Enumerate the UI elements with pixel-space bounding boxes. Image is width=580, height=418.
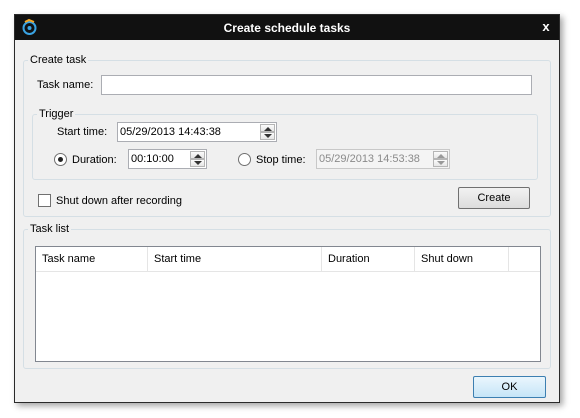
duration-down-button[interactable] [190,159,205,167]
start-time-label: Start time: [57,126,108,138]
task-list-table[interactable]: Task name Start time Duration Shut down [35,246,541,362]
trigger-group: Trigger [32,108,538,180]
arrow-down-icon [264,134,272,138]
arrow-up-icon [264,127,272,131]
column-header-task-name[interactable]: Task name [36,247,148,271]
duration-up-button[interactable] [190,151,205,159]
duration-radio[interactable] [54,153,67,166]
stop-time-down-button[interactable] [433,159,448,167]
column-header-shut-down[interactable]: Shut down [415,247,509,271]
ok-button[interactable]: OK [473,376,546,398]
dialog-window: Create schedule tasks x Create task Task… [14,14,560,403]
column-header-start-time[interactable]: Start time [148,247,322,271]
table-header: Task name Start time Duration Shut down [36,247,540,272]
arrow-down-icon [437,161,445,165]
stop-time-label: Stop time: [256,154,306,166]
stop-time-spinner[interactable]: 05/29/2013 14:53:38 [316,149,450,169]
close-button[interactable]: x [539,19,553,35]
task-name-label: Task name: [37,79,94,91]
shutdown-label: Shut down after recording [56,195,182,207]
duration-value: 00:10:00 [131,153,174,165]
window-title: Create schedule tasks [223,21,351,35]
start-time-value: 05/29/2013 14:43:38 [120,126,221,138]
column-header-duration[interactable]: Duration [322,247,415,271]
stop-time-radio[interactable] [238,153,251,166]
radio-selected-dot [58,157,63,162]
duration-spinner[interactable]: 00:10:00 [128,149,207,169]
start-time-spinner[interactable]: 05/29/2013 14:43:38 [117,122,277,142]
task-list-legend: Task list [30,223,70,235]
duration-label: Duration: [72,154,117,166]
task-name-input[interactable] [101,75,532,95]
start-time-up-button[interactable] [260,124,275,132]
shutdown-checkbox[interactable] [38,194,51,207]
create-button[interactable]: Create [458,187,530,209]
title-bar[interactable]: Create schedule tasks x [15,15,559,40]
start-time-down-button[interactable] [260,132,275,140]
trigger-legend: Trigger [39,108,74,120]
arrow-up-icon [194,154,202,158]
stop-time-up-button[interactable] [433,151,448,159]
stop-time-value: 05/29/2013 14:53:38 [319,153,420,165]
arrow-down-icon [194,161,202,165]
create-task-legend: Create task [30,54,87,66]
arrow-up-icon [437,154,445,158]
